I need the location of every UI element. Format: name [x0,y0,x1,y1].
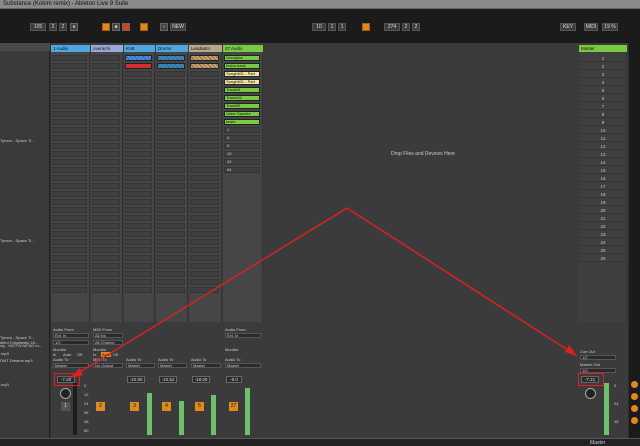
rail-toggle-icon[interactable] [631,417,638,424]
rail-toggle-icon[interactable] [631,381,638,388]
right-rail [629,43,640,438]
annotation-arrowhead-left [70,368,83,378]
annotation-arrowhead-right [565,345,577,356]
rail-toggle-icon[interactable] [631,393,638,400]
status-bar: Master [0,438,640,446]
rail-toggle-icon[interactable] [631,405,638,412]
annotation-arrows [69,207,578,379]
status-selected-track: Master [590,440,606,446]
annotation-arrow-line [69,207,578,379]
